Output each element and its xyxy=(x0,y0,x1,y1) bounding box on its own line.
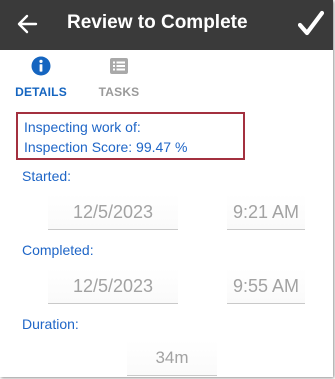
review-screen: Review to Complete DETAILS TASKS Inspect… xyxy=(0,0,333,377)
duration-field[interactable]: 34m xyxy=(127,340,217,376)
tab-tasks[interactable]: TASKS xyxy=(90,56,148,102)
tab-details-label: DETAILS xyxy=(15,85,67,99)
checkmark-icon[interactable] xyxy=(298,9,324,39)
started-date-field[interactable]: 12/5/2023 xyxy=(48,194,178,230)
list-icon xyxy=(110,58,128,74)
arrow-left-icon[interactable] xyxy=(16,11,38,37)
app-bar: Review to Complete xyxy=(0,0,333,50)
started-time-field[interactable]: 9:21 AM xyxy=(227,194,305,230)
inspection-score-label: Inspection Score: 99.47 % xyxy=(24,139,188,155)
completed-label: Completed: xyxy=(22,242,94,258)
inspection-summary-highlight: Inspecting work of: Inspection Score: 99… xyxy=(16,112,245,160)
tab-tasks-label: TASKS xyxy=(98,85,140,99)
tab-bar: DETAILS TASKS xyxy=(0,50,333,105)
page-title: Review to Complete xyxy=(67,12,248,33)
inspecting-work-of-label: Inspecting work of: xyxy=(24,119,141,135)
started-label: Started: xyxy=(22,168,72,184)
tab-details[interactable]: DETAILS xyxy=(6,56,76,102)
info-circle-icon xyxy=(31,56,51,76)
duration-label: Duration: xyxy=(22,316,79,332)
completed-time-field[interactable]: 9:55 AM xyxy=(227,268,305,304)
completed-date-field[interactable]: 12/5/2023 xyxy=(48,268,178,304)
